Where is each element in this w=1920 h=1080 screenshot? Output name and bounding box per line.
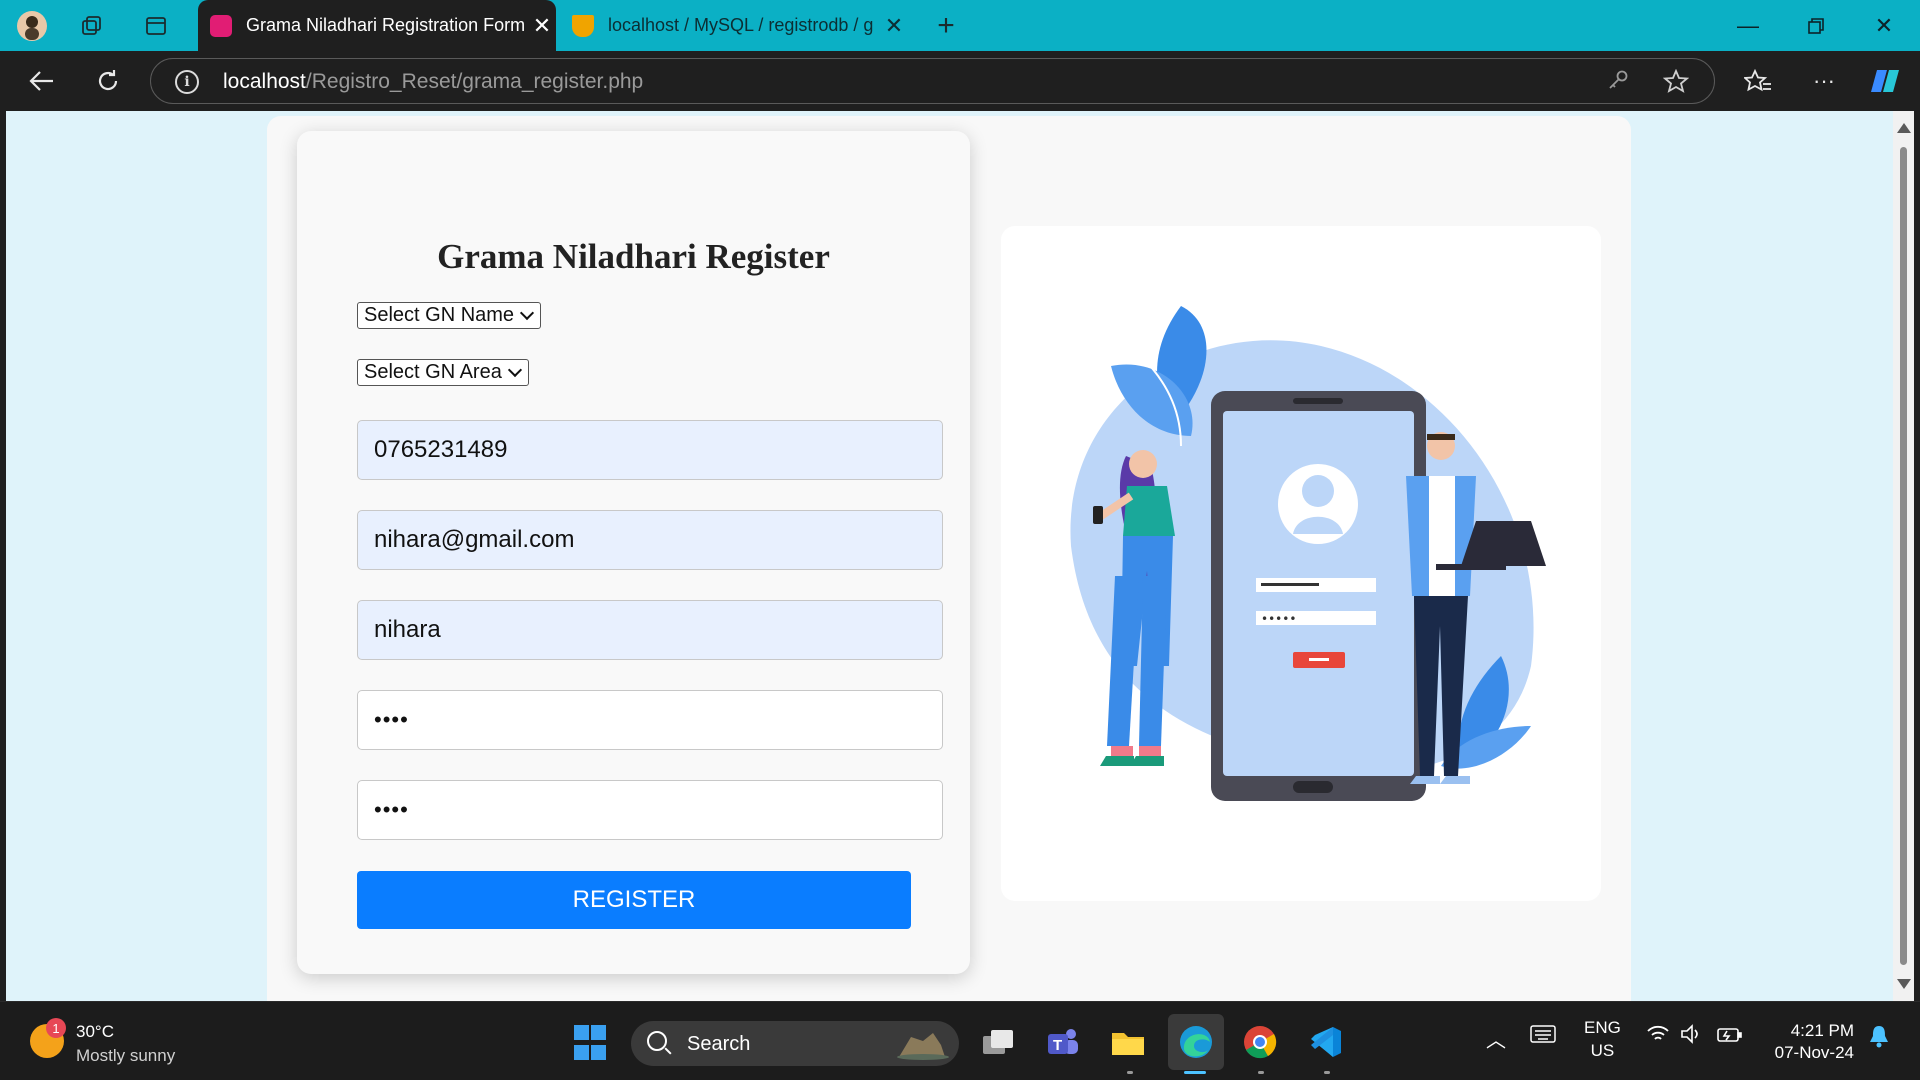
language-indicator[interactable]: ENG US bbox=[1584, 1016, 1621, 1062]
email-field[interactable]: nihara@gmail.com bbox=[357, 510, 943, 570]
scrollbar-thumb[interactable] bbox=[1900, 147, 1907, 965]
vertical-tabs-icon[interactable] bbox=[140, 10, 172, 42]
browser-tab-bar: Grama Niladhari Registration Form ✕ loca… bbox=[0, 0, 1920, 51]
windows-logo-icon bbox=[591, 1024, 606, 1040]
minimize-icon[interactable]: — bbox=[1726, 8, 1770, 44]
weather-temperature[interactable]: 30°C bbox=[76, 1022, 114, 1042]
running-indicator bbox=[1324, 1071, 1330, 1074]
search-label: Search bbox=[687, 1033, 751, 1055]
form-heading: Grama Niladhari Register bbox=[437, 237, 830, 276]
chevron-down-icon bbox=[519, 305, 535, 321]
file-explorer-icon[interactable] bbox=[1108, 1022, 1148, 1062]
confirm-password-value: •••• bbox=[374, 797, 409, 822]
close-tab-icon[interactable]: ✕ bbox=[880, 13, 908, 39]
phone-field[interactable]: 0765231489 bbox=[357, 420, 943, 480]
start-button[interactable] bbox=[572, 1022, 608, 1062]
back-arrow-icon[interactable] bbox=[22, 63, 62, 99]
password-key-icon[interactable] bbox=[1607, 69, 1629, 97]
profile-avatar-icon[interactable] bbox=[16, 10, 48, 42]
running-indicator bbox=[1127, 1071, 1133, 1074]
running-indicator bbox=[1184, 1071, 1206, 1074]
gn-name-select-value: Select GN Name bbox=[364, 304, 515, 326]
chevron-down-icon bbox=[507, 362, 522, 378]
edge-browser-icon[interactable] bbox=[1168, 1014, 1224, 1070]
running-indicator bbox=[1258, 1071, 1264, 1074]
language-bottom: US bbox=[1590, 1041, 1615, 1060]
gn-area-select[interactable]: Select GN Area bbox=[357, 359, 529, 386]
workspaces-icon[interactable] bbox=[76, 10, 108, 42]
confirm-password-field[interactable]: •••• bbox=[357, 780, 943, 840]
url-host: localhost bbox=[223, 70, 306, 93]
favorites-icon[interactable] bbox=[1738, 63, 1778, 99]
scroll-up-icon[interactable] bbox=[1897, 123, 1911, 133]
clock-date: 07-Nov-24 bbox=[1774, 1043, 1854, 1062]
search-icon bbox=[647, 1031, 667, 1051]
svg-text:T: T bbox=[1053, 1037, 1062, 1054]
phpmyadmin-favicon-icon bbox=[572, 14, 594, 37]
more-menu-icon[interactable]: ··· bbox=[1804, 63, 1844, 99]
illustration-card: ••••• bbox=[1001, 226, 1601, 901]
notification-bell-icon[interactable] bbox=[1868, 1024, 1890, 1053]
password-field[interactable]: •••• bbox=[357, 690, 943, 750]
gn-name-select[interactable]: Select GN Name bbox=[357, 302, 542, 329]
address-bar[interactable]: i localhost/Registro_Reset/grama_registe… bbox=[150, 58, 1715, 104]
registration-illustration: ••••• bbox=[1070, 306, 1546, 801]
register-button[interactable]: REGISTER bbox=[357, 871, 911, 929]
close-window-icon[interactable]: ✕ bbox=[1862, 8, 1906, 44]
clock-time: 4:21 PM bbox=[1790, 1021, 1854, 1040]
gn-area-select-value: Select GN Area bbox=[364, 361, 502, 383]
weather-description[interactable]: Mostly sunny bbox=[76, 1046, 175, 1066]
wifi-icon[interactable] bbox=[1646, 1024, 1670, 1049]
windows-logo-icon bbox=[591, 1044, 606, 1060]
windows-logo-icon bbox=[574, 1044, 589, 1060]
refresh-icon[interactable] bbox=[88, 63, 128, 99]
search-highlight-icon bbox=[897, 1033, 949, 1060]
url-text: localhost/Registro_Reset/grama_register.… bbox=[223, 70, 643, 94]
page-viewport: Grama Niladhari Register Select GN Name … bbox=[6, 111, 1893, 1001]
scroll-down-icon[interactable] bbox=[1897, 979, 1911, 989]
weather-badge: 1 bbox=[46, 1018, 66, 1038]
show-hidden-icons-chevron-up-icon[interactable]: ︿ bbox=[1486, 1024, 1506, 1053]
xampp-favicon-icon bbox=[210, 14, 232, 37]
chrome-icon[interactable] bbox=[1240, 1022, 1280, 1062]
teams-icon[interactable]: T bbox=[1042, 1022, 1082, 1062]
language-top: ENG bbox=[1584, 1018, 1621, 1037]
windows-logo-icon bbox=[574, 1024, 589, 1040]
close-tab-icon[interactable]: ✕ bbox=[528, 13, 556, 39]
windows-taskbar: 1 30°C Mostly sunny Search T ︿ ENG US 4:… bbox=[0, 1001, 1920, 1080]
username-field[interactable]: nihara bbox=[357, 600, 943, 660]
register-container: Grama Niladhari Register Select GN Name … bbox=[267, 116, 1631, 1001]
page-scrollbar[interactable] bbox=[1893, 111, 1914, 1001]
tab-grama-register[interactable]: Grama Niladhari Registration Form ✕ bbox=[198, 0, 556, 51]
touch-keyboard-icon[interactable] bbox=[1530, 1024, 1556, 1049]
register-form-card: Grama Niladhari Register Select GN Name … bbox=[297, 131, 970, 974]
username-value: nihara bbox=[374, 616, 441, 643]
clock[interactable]: 4:21 PM 07-Nov-24 bbox=[1758, 1020, 1854, 1064]
favorite-star-icon[interactable] bbox=[1662, 68, 1690, 99]
battery-icon[interactable] bbox=[1716, 1024, 1744, 1049]
tab-phpmyadmin[interactable]: localhost / MySQL / registrodb / g ✕ bbox=[560, 0, 908, 51]
new-tab-icon[interactable]: + bbox=[930, 9, 962, 42]
tab-title: Grama Niladhari Registration Form bbox=[246, 15, 526, 35]
email-value: nihara@gmail.com bbox=[374, 526, 575, 553]
vscode-icon[interactable] bbox=[1306, 1022, 1346, 1062]
password-value: •••• bbox=[374, 707, 409, 732]
browser-toolbar: i localhost/Registro_Reset/grama_registe… bbox=[0, 51, 1920, 111]
site-info-icon[interactable]: i bbox=[175, 70, 199, 94]
svg-text:•••••: ••••• bbox=[1261, 612, 1296, 626]
tab-title: localhost / MySQL / registrodb / g bbox=[608, 15, 874, 35]
task-view-icon[interactable] bbox=[978, 1022, 1018, 1062]
volume-icon[interactable] bbox=[1680, 1024, 1704, 1049]
copilot-icon[interactable] bbox=[1866, 63, 1906, 99]
phone-value: 0765231489 bbox=[374, 436, 508, 463]
restore-icon[interactable] bbox=[1794, 8, 1838, 44]
taskbar-search[interactable]: Search bbox=[631, 1021, 959, 1066]
url-path: /Registro_Reset/grama_register.php bbox=[305, 70, 644, 93]
